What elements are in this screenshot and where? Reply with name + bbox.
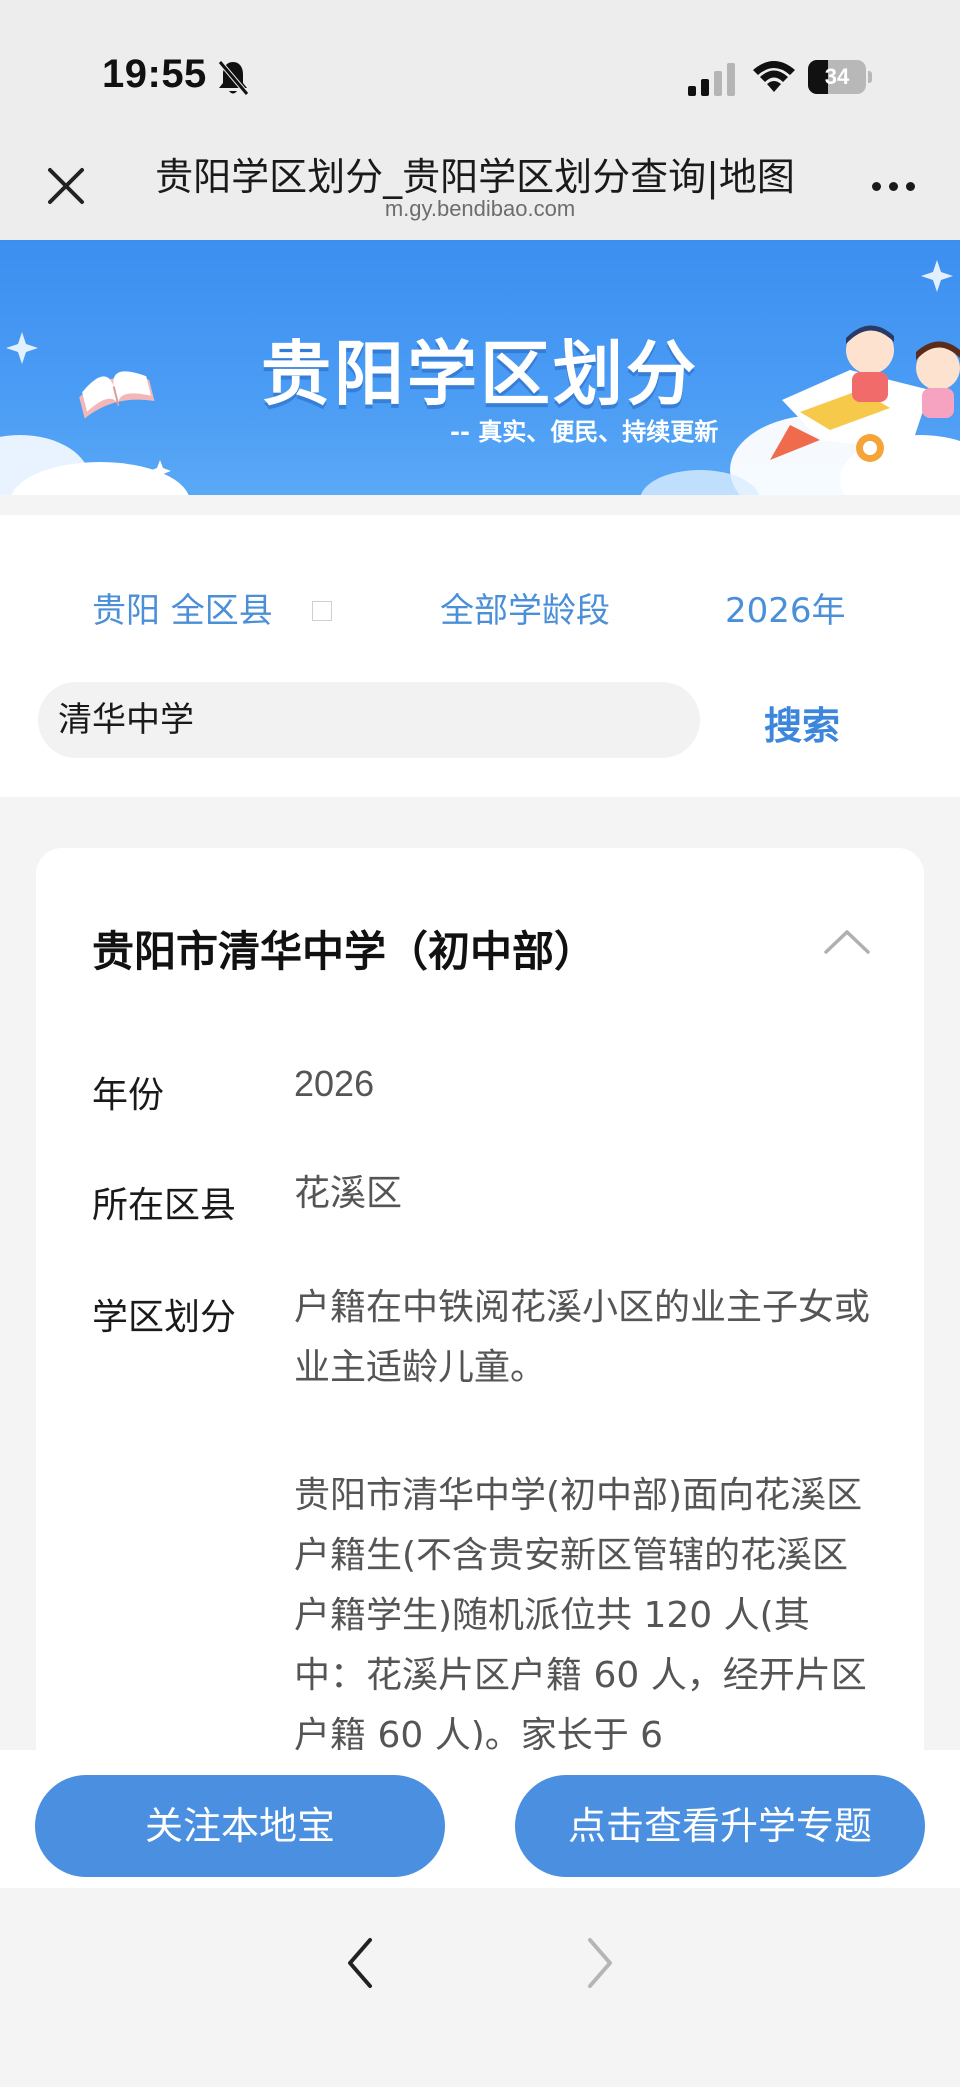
zone-label: 学区划分 (92, 1297, 237, 1338)
browser-title-bar: 贵阳学区划分_贵阳学区划分查询|地图 m.gy.bendibao.com (0, 130, 960, 240)
district-filter[interactable]: 贵阳 全区县 (92, 583, 273, 632)
view-topic-button[interactable]: 点击查看升学专题 (515, 1775, 925, 1877)
chevron-up-icon[interactable] (822, 926, 872, 956)
zone-text-paragraph: 户籍在中铁阅花溪小区的业主子女或业主适龄儿童。 (294, 1287, 871, 1388)
cellular-signal-icon (688, 63, 735, 96)
status-time: 19:55 (102, 52, 207, 96)
back-arrow-icon[interactable] (340, 1928, 380, 1998)
bell-off-icon (218, 60, 249, 96)
search-button[interactable]: 搜索 (764, 695, 840, 750)
follow-button[interactable]: 关注本地宝 (35, 1775, 445, 1877)
year-label: 年份 (92, 1075, 165, 1116)
more-options-icon[interactable] (866, 170, 922, 200)
banner-title: 贵阳学区划分 (261, 333, 699, 415)
action-bar: 关注本地宝 点击查看升学专题 (0, 1750, 960, 1888)
school-name: 贵阳市清华中学（初中部） (92, 927, 597, 976)
filter-checkbox[interactable] (312, 601, 332, 621)
status-bar: 19:55 34 (0, 0, 960, 130)
page-url: m.gy.bendibao.com (384, 196, 576, 221)
forward-arrow-icon[interactable] (580, 1928, 620, 1998)
close-icon[interactable] (38, 158, 94, 214)
zone-text-paragraph: 贵阳市清华中学(初中部)面向花溪区户籍生(不含贵安新区管辖的花溪区户籍学生)随机… (294, 1475, 867, 1756)
year-filter[interactable]: 2026年 (725, 583, 846, 632)
filter-panel: 贵阳 全区县 全部学龄段 2026年 搜索 (0, 515, 960, 797)
year-value: 2026 (294, 1063, 375, 1104)
district-value: 花溪区 (294, 1173, 403, 1214)
browser-footer (0, 1888, 960, 2087)
banner-subtitle: -- 真实、便民、持续更新 (450, 418, 719, 446)
age-group-filter[interactable]: 全部学龄段 (440, 583, 610, 632)
wifi-icon (753, 61, 795, 92)
school-result-card: 贵阳市清华中学（初中部） 年份 2026 所在区县 花溪区 学区划分 户籍在中铁… (36, 848, 924, 1848)
battery-icon: 34 (808, 60, 872, 94)
district-label: 所在区县 (92, 1185, 237, 1226)
page-title: 贵阳学区划分_贵阳学区划分查询|地图 (155, 155, 795, 199)
search-input[interactable] (38, 682, 700, 758)
banner: 贵阳学区划分 -- 真实、便民、持续更新 (0, 240, 960, 495)
battery-level: 34 (824, 64, 850, 89)
